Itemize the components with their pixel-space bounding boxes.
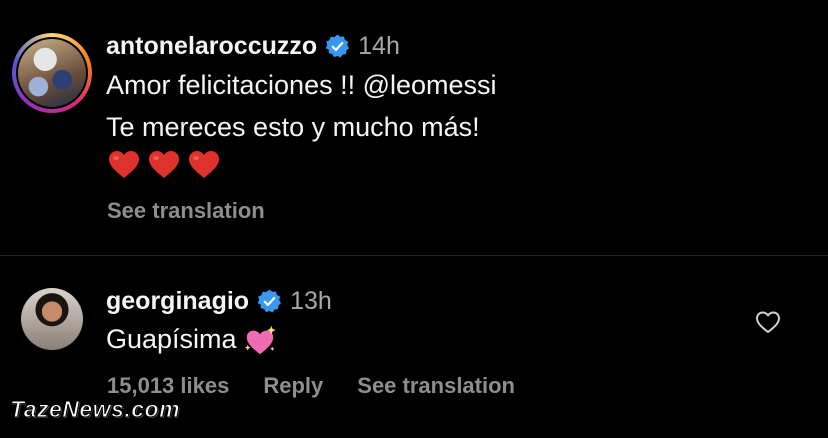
reply-button[interactable]: Reply	[263, 373, 323, 399]
like-heart-icon[interactable]	[755, 309, 781, 335]
comment-text-content: Guapísima	[106, 324, 237, 355]
timestamp: 13h	[290, 287, 332, 315]
avatar[interactable]	[18, 39, 86, 107]
avatar[interactable]	[21, 288, 83, 350]
see-translation-link[interactable]: See translation	[357, 373, 515, 399]
sparkling-heart-emoji-icon	[244, 325, 276, 355]
verified-badge-icon	[325, 34, 350, 58]
watermark: TazeNews.com	[9, 396, 181, 423]
username[interactable]: antonelaroccuzzo	[106, 32, 317, 61]
comment-antonelaroccuzzo: antonelaroccuzzo 14h Amor felicitaciones…	[0, 0, 828, 255]
username[interactable]: georginagio	[106, 287, 249, 316]
red-heart-emoji-icon	[149, 151, 179, 178]
verified-badge-icon	[257, 289, 282, 313]
emoji-row	[108, 150, 228, 180]
red-heart-emoji-icon	[109, 151, 139, 178]
comment-header: georginagio 13h	[106, 287, 332, 316]
see-translation-link[interactable]: See translation	[107, 198, 265, 224]
comment-header: antonelaroccuzzo 14h	[106, 32, 400, 61]
divider	[0, 255, 828, 256]
comment-text: Guapísima	[106, 324, 277, 358]
comment-text-line-1: Amor felicitaciones !! @leomessi	[106, 70, 497, 100]
red-heart-emoji-icon	[189, 151, 219, 178]
comment-text-line-2: Te mereces esto y mucho más!	[106, 112, 480, 142]
timestamp: 14h	[358, 32, 400, 60]
